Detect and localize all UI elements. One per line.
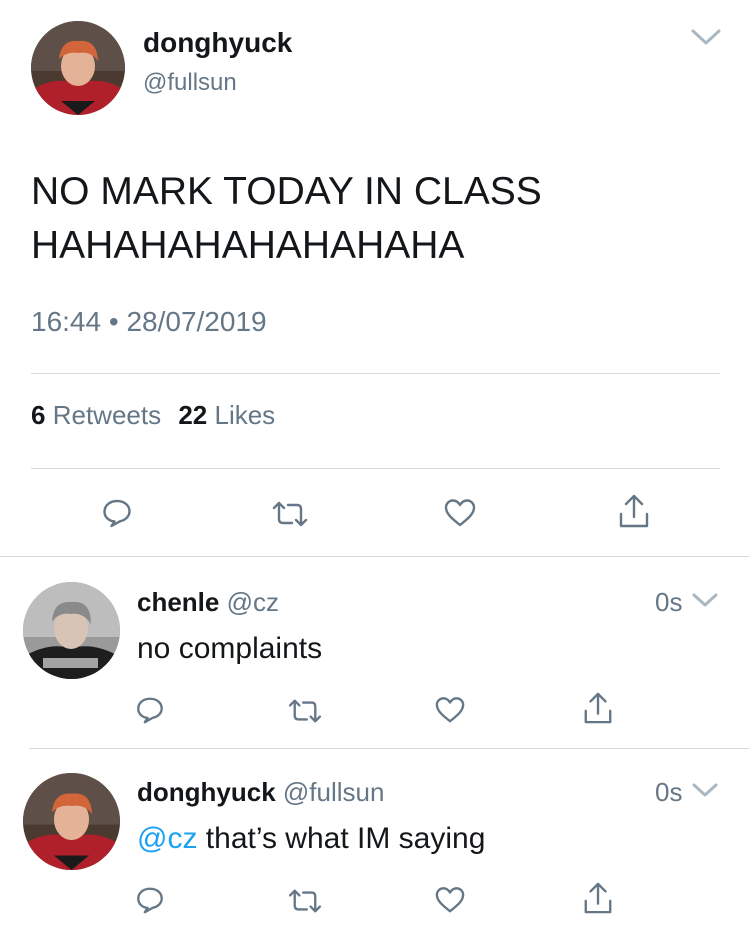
avatar[interactable] [23, 773, 120, 870]
reply-header: donghyuck @fullsun [137, 777, 384, 808]
share-icon[interactable] [582, 880, 614, 916]
tweet-timestamp: 16:44 • 28/07/2019 [31, 306, 267, 338]
tweet-time: 16:44 [31, 306, 102, 337]
mention-link[interactable]: @cz [137, 822, 197, 855]
tweet-date: 28/07/2019 [126, 306, 267, 337]
chevron-down-icon[interactable] [690, 28, 722, 46]
reply-icon[interactable] [101, 497, 133, 529]
avatar[interactable] [23, 582, 120, 679]
share-icon[interactable] [617, 492, 651, 530]
display-name[interactable]: donghyuck [137, 777, 276, 807]
divider [29, 748, 749, 749]
user-handle[interactable]: @fullsun [283, 777, 385, 807]
heart-icon[interactable] [434, 885, 466, 915]
retweet-icon[interactable] [270, 499, 310, 529]
heart-icon[interactable] [443, 497, 477, 529]
user-handle[interactable]: @cz [227, 587, 279, 617]
reply-text: no complaints [137, 632, 323, 665]
retweet-icon[interactable] [286, 697, 324, 725]
separator: • [108, 306, 119, 337]
retweet-icon[interactable] [286, 887, 324, 915]
divider [0, 556, 749, 557]
chevron-down-icon[interactable] [691, 592, 719, 608]
divider [31, 373, 720, 374]
reply-icon[interactable] [135, 885, 165, 915]
share-icon[interactable] [582, 690, 614, 726]
like-label[interactable]: Likes [214, 400, 275, 430]
reply-header: chenle @cz [137, 587, 279, 618]
reply-text: @cz that’s what IM saying [137, 822, 485, 856]
user-handle[interactable]: @fullsun [143, 69, 237, 97]
reply-icon[interactable] [135, 695, 165, 725]
display-name[interactable]: chenle [137, 587, 219, 617]
chevron-down-icon[interactable] [691, 782, 719, 798]
reply-time: 0s [655, 587, 683, 617]
reply-time: 0s [655, 777, 683, 807]
avatar[interactable] [31, 21, 125, 115]
reply-text-body: that’s what IM saying [197, 822, 486, 855]
retweet-label[interactable]: Retweets [53, 400, 161, 430]
tweet-text-line-1: NO MARK TODAY IN CLASS [31, 170, 542, 213]
retweet-count[interactable]: 6 [31, 400, 45, 430]
tweet-text-line-2: HAHAHAHAHAHAHAHA [31, 224, 465, 267]
divider [31, 468, 720, 469]
tweet-stats: 6 Retweets 22 Likes [31, 400, 275, 431]
display-name[interactable]: donghyuck [143, 27, 292, 59]
heart-icon[interactable] [434, 695, 466, 725]
like-count[interactable]: 22 [178, 400, 207, 430]
